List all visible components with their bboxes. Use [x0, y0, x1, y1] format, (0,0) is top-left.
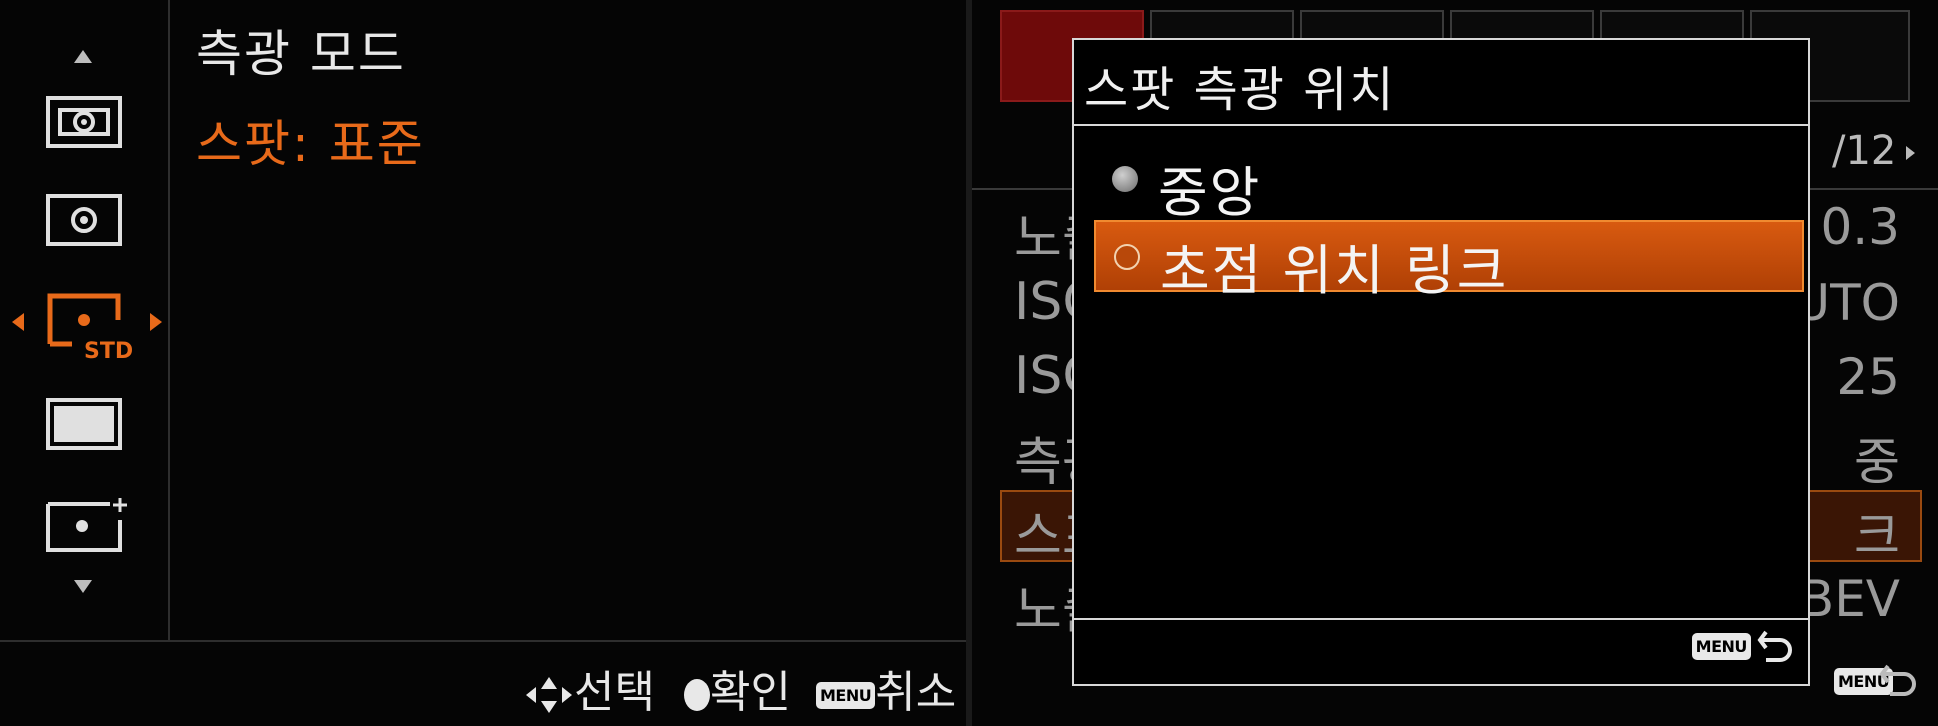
- bg-row-value: 중: [1854, 433, 1900, 491]
- setting-value: 스팟: 표준: [196, 115, 425, 173]
- menu-badge: MENU: [1691, 632, 1751, 660]
- selected-right-arrow-icon: [150, 313, 162, 331]
- option-label: 중앙: [1158, 161, 1262, 224]
- option-center[interactable]: 중앙: [1094, 144, 1804, 224]
- page-next-icon[interactable]: [1906, 146, 1915, 160]
- center-metering-icon[interactable]: [46, 194, 122, 246]
- bg-row-value: 크: [1854, 507, 1900, 565]
- entire-screen-avg-icon[interactable]: [46, 398, 122, 450]
- camera-menu-panel: /12 노출 0.3 ISO UTO ISO 25 측광 중 스프 크 노출 B…: [972, 0, 1938, 726]
- option-label: 초점 위치 링크: [1160, 239, 1509, 302]
- bg-row-value: 25: [1836, 348, 1900, 406]
- dialog-footer-divider: [1074, 618, 1808, 620]
- dialog-back[interactable]: MENU: [1691, 626, 1792, 666]
- highlight-metering-icon[interactable]: [46, 496, 130, 552]
- std-badge: STD: [84, 339, 133, 362]
- option-focus-point-link[interactable]: 초점 위치 링크: [1094, 220, 1804, 302]
- select-hint-label: 선택: [574, 667, 655, 718]
- menu-badge: MENU: [816, 681, 876, 709]
- confirm-hint: 확인: [684, 656, 791, 720]
- selected-left-arrow-icon: [12, 313, 24, 331]
- dpad-icon: [526, 677, 572, 713]
- confirm-hint-label: 확인: [710, 667, 791, 718]
- hint-bar: 선택 확인 MENU취소: [0, 640, 966, 726]
- scroll-down-icon[interactable]: [74, 580, 92, 593]
- select-hint: 선택: [524, 656, 655, 720]
- setting-title: 측광 모드: [196, 25, 406, 83]
- radio-unselected-icon: [1112, 166, 1138, 192]
- metering-mode-panel: STD 측광 모드 스팟: 표준 선택 확인 MENU취소: [0, 0, 966, 726]
- spot-standard-icon[interactable]: STD: [46, 292, 138, 362]
- cancel-hint: MENU취소: [816, 656, 956, 720]
- page-indicator: /12: [1832, 128, 1897, 174]
- bg-row-value: BEV: [1799, 570, 1900, 628]
- scroll-up-icon[interactable]: [74, 50, 92, 63]
- metering-mode-list: STD: [0, 0, 170, 640]
- radio-selected-icon: [1114, 244, 1140, 270]
- bg-row-value: 0.3: [1820, 198, 1900, 256]
- cancel-hint-label: 취소: [875, 667, 957, 718]
- center-button-icon: [684, 679, 710, 711]
- dialog-title-divider: [1074, 124, 1808, 126]
- back-icon[interactable]: [1878, 660, 1918, 710]
- spot-metering-position-dialog: 스팟 측광 위치 중앙 초점 위치 링크 MENU: [1072, 38, 1810, 686]
- multi-metering-icon[interactable]: [46, 96, 122, 148]
- dialog-title: 스팟 측광 위치: [1084, 62, 1396, 118]
- back-icon: [1757, 630, 1792, 662]
